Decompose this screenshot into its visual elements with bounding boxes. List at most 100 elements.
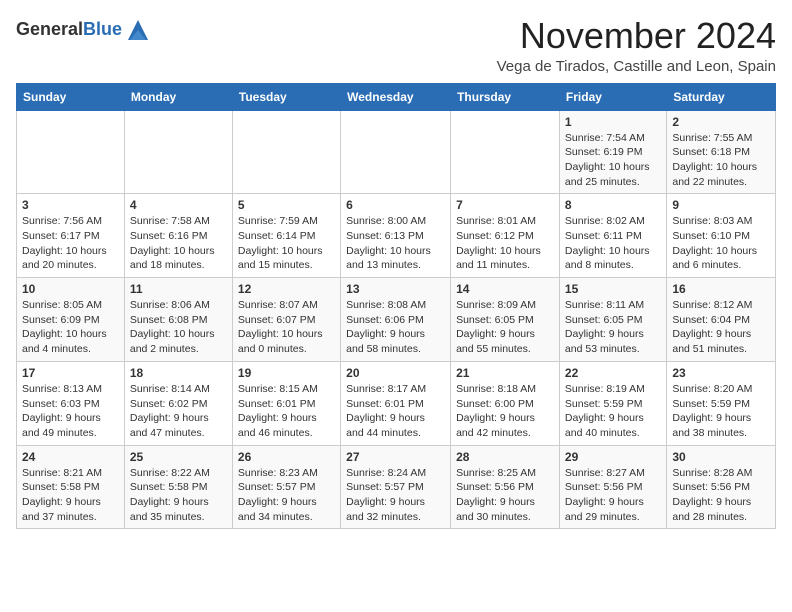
location: Vega de Tirados, Castille and Leon, Spai…: [497, 58, 776, 75]
day-info: Sunrise: 8:19 AM Sunset: 5:59 PM Dayligh…: [565, 382, 661, 441]
day-of-week-header: Wednesday: [341, 83, 451, 110]
day-info: Sunrise: 8:13 AM Sunset: 6:03 PM Dayligh…: [22, 382, 119, 441]
calendar-day-cell: 1 Sunrise: 7:54 AM Sunset: 6:19 PM Daylig…: [559, 110, 666, 194]
day-number: 20: [346, 366, 445, 380]
day-number: 26: [238, 450, 335, 464]
day-number: 1: [565, 115, 661, 129]
calendar-day-cell: 3 Sunrise: 7:56 AM Sunset: 6:17 PM Daylig…: [17, 194, 125, 278]
day-number: 21: [456, 366, 554, 380]
day-number: 10: [22, 282, 119, 296]
day-info: Sunrise: 8:06 AM Sunset: 6:08 PM Dayligh…: [130, 298, 227, 357]
page-header: GeneralBlue November 2024 Vega de Tirado…: [16, 16, 776, 75]
day-of-week-header: Thursday: [451, 83, 560, 110]
logo: GeneralBlue: [16, 16, 152, 44]
calendar-day-cell: 14 Sunrise: 8:09 AM Sunset: 6:05 PM Dayli…: [451, 278, 560, 362]
calendar-week-row: 17 Sunrise: 8:13 AM Sunset: 6:03 PM Dayli…: [17, 361, 776, 445]
day-info: Sunrise: 8:21 AM Sunset: 5:58 PM Dayligh…: [22, 466, 119, 525]
day-number: 24: [22, 450, 119, 464]
day-info: Sunrise: 8:05 AM Sunset: 6:09 PM Dayligh…: [22, 298, 119, 357]
calendar-day-cell: 11 Sunrise: 8:06 AM Sunset: 6:08 PM Dayli…: [124, 278, 232, 362]
day-info: Sunrise: 8:25 AM Sunset: 5:56 PM Dayligh…: [456, 466, 554, 525]
day-info: Sunrise: 7:58 AM Sunset: 6:16 PM Dayligh…: [130, 214, 227, 273]
day-number: 13: [346, 282, 445, 296]
calendar-day-cell: [451, 110, 560, 194]
calendar-day-cell: 8 Sunrise: 8:02 AM Sunset: 6:11 PM Daylig…: [559, 194, 666, 278]
day-info: Sunrise: 8:17 AM Sunset: 6:01 PM Dayligh…: [346, 382, 445, 441]
day-info: Sunrise: 8:01 AM Sunset: 6:12 PM Dayligh…: [456, 214, 554, 273]
calendar-day-cell: 17 Sunrise: 8:13 AM Sunset: 6:03 PM Dayli…: [17, 361, 125, 445]
day-of-week-header: Saturday: [667, 83, 776, 110]
calendar-day-cell: 30Sunrise: 8:28 AM Sunset: 5:56 PM Dayli…: [667, 445, 776, 529]
day-info: Sunrise: 7:55 AM Sunset: 6:18 PM Dayligh…: [672, 131, 770, 190]
calendar-day-cell: 6 Sunrise: 8:00 AM Sunset: 6:13 PM Daylig…: [341, 194, 451, 278]
day-info: Sunrise: 8:11 AM Sunset: 6:05 PM Dayligh…: [565, 298, 661, 357]
calendar-day-cell: 7 Sunrise: 8:01 AM Sunset: 6:12 PM Daylig…: [451, 194, 560, 278]
calendar-week-row: 24 Sunrise: 8:21 AM Sunset: 5:58 PM Dayli…: [17, 445, 776, 529]
day-of-week-header: Tuesday: [232, 83, 340, 110]
day-info: Sunrise: 8:23 AM Sunset: 5:57 PM Dayligh…: [238, 466, 335, 525]
calendar-week-row: 10 Sunrise: 8:05 AM Sunset: 6:09 PM Dayli…: [17, 278, 776, 362]
day-of-week-header: Sunday: [17, 83, 125, 110]
day-number: 12: [238, 282, 335, 296]
calendar-day-cell: 25 Sunrise: 8:22 AM Sunset: 5:58 PM Dayli…: [124, 445, 232, 529]
day-of-week-header: Friday: [559, 83, 666, 110]
day-number: 23: [672, 366, 770, 380]
title-block: November 2024 Vega de Tirados, Castille …: [497, 16, 776, 75]
day-number: 27: [346, 450, 445, 464]
day-number: 7: [456, 198, 554, 212]
day-number: 15: [565, 282, 661, 296]
logo-icon: [124, 16, 152, 44]
calendar-day-cell: 4 Sunrise: 7:58 AM Sunset: 6:16 PM Daylig…: [124, 194, 232, 278]
day-info: Sunrise: 8:22 AM Sunset: 5:58 PM Dayligh…: [130, 466, 227, 525]
calendar-day-cell: 29 Sunrise: 8:27 AM Sunset: 5:56 PM Dayli…: [559, 445, 666, 529]
day-number: 8: [565, 198, 661, 212]
calendar-day-cell: 2 Sunrise: 7:55 AM Sunset: 6:18 PM Daylig…: [667, 110, 776, 194]
day-info: Sunrise: 8:20 AM Sunset: 5:59 PM Dayligh…: [672, 382, 770, 441]
logo-blue-text: Blue: [83, 19, 122, 39]
day-number: 25: [130, 450, 227, 464]
calendar-day-cell: 23 Sunrise: 8:20 AM Sunset: 5:59 PM Dayli…: [667, 361, 776, 445]
month-title: November 2024: [497, 16, 776, 56]
calendar-day-cell: [232, 110, 340, 194]
day-info: Sunrise: 7:54 AM Sunset: 6:19 PM Dayligh…: [565, 131, 661, 190]
day-number: 6: [346, 198, 445, 212]
day-number: 29: [565, 450, 661, 464]
day-number: 4: [130, 198, 227, 212]
day-info: Sunrise: 7:56 AM Sunset: 6:17 PM Dayligh…: [22, 214, 119, 273]
day-info: Sunrise: 8:07 AM Sunset: 6:07 PM Dayligh…: [238, 298, 335, 357]
calendar-week-row: 3 Sunrise: 7:56 AM Sunset: 6:17 PM Daylig…: [17, 194, 776, 278]
calendar-day-cell: 12 Sunrise: 8:07 AM Sunset: 6:07 PM Dayli…: [232, 278, 340, 362]
day-info: Sunrise: 8:18 AM Sunset: 6:00 PM Dayligh…: [456, 382, 554, 441]
day-number: 30: [672, 450, 770, 464]
calendar-day-cell: [17, 110, 125, 194]
day-info: Sunrise: 8:09 AM Sunset: 6:05 PM Dayligh…: [456, 298, 554, 357]
calendar-day-cell: 28Sunrise: 8:25 AM Sunset: 5:56 PM Dayli…: [451, 445, 560, 529]
day-number: 17: [22, 366, 119, 380]
day-info: Sunrise: 8:08 AM Sunset: 6:06 PM Dayligh…: [346, 298, 445, 357]
day-info: Sunrise: 8:00 AM Sunset: 6:13 PM Dayligh…: [346, 214, 445, 273]
day-number: 9: [672, 198, 770, 212]
calendar-day-cell: 15 Sunrise: 8:11 AM Sunset: 6:05 PM Dayli…: [559, 278, 666, 362]
day-info: Sunrise: 7:59 AM Sunset: 6:14 PM Dayligh…: [238, 214, 335, 273]
calendar-day-cell: 21 Sunrise: 8:18 AM Sunset: 6:00 PM Dayli…: [451, 361, 560, 445]
logo-general-text: General: [16, 19, 83, 39]
day-number: 2: [672, 115, 770, 129]
calendar-day-cell: 18Sunrise: 8:14 AM Sunset: 6:02 PM Dayli…: [124, 361, 232, 445]
calendar-week-row: 1 Sunrise: 7:54 AM Sunset: 6:19 PM Daylig…: [17, 110, 776, 194]
day-of-week-header: Monday: [124, 83, 232, 110]
calendar-day-cell: 5 Sunrise: 7:59 AM Sunset: 6:14 PM Daylig…: [232, 194, 340, 278]
day-number: 16: [672, 282, 770, 296]
day-number: 14: [456, 282, 554, 296]
day-number: 5: [238, 198, 335, 212]
day-info: Sunrise: 8:02 AM Sunset: 6:11 PM Dayligh…: [565, 214, 661, 273]
day-info: Sunrise: 8:27 AM Sunset: 5:56 PM Dayligh…: [565, 466, 661, 525]
calendar-day-cell: [124, 110, 232, 194]
day-number: 11: [130, 282, 227, 296]
day-info: Sunrise: 8:12 AM Sunset: 6:04 PM Dayligh…: [672, 298, 770, 357]
calendar-day-cell: 9Sunrise: 8:03 AM Sunset: 6:10 PM Daylig…: [667, 194, 776, 278]
calendar-header-row: SundayMondayTuesdayWednesdayThursdayFrid…: [17, 83, 776, 110]
day-number: 18: [130, 366, 227, 380]
day-number: 22: [565, 366, 661, 380]
calendar-day-cell: 13 Sunrise: 8:08 AM Sunset: 6:06 PM Dayli…: [341, 278, 451, 362]
day-number: 3: [22, 198, 119, 212]
